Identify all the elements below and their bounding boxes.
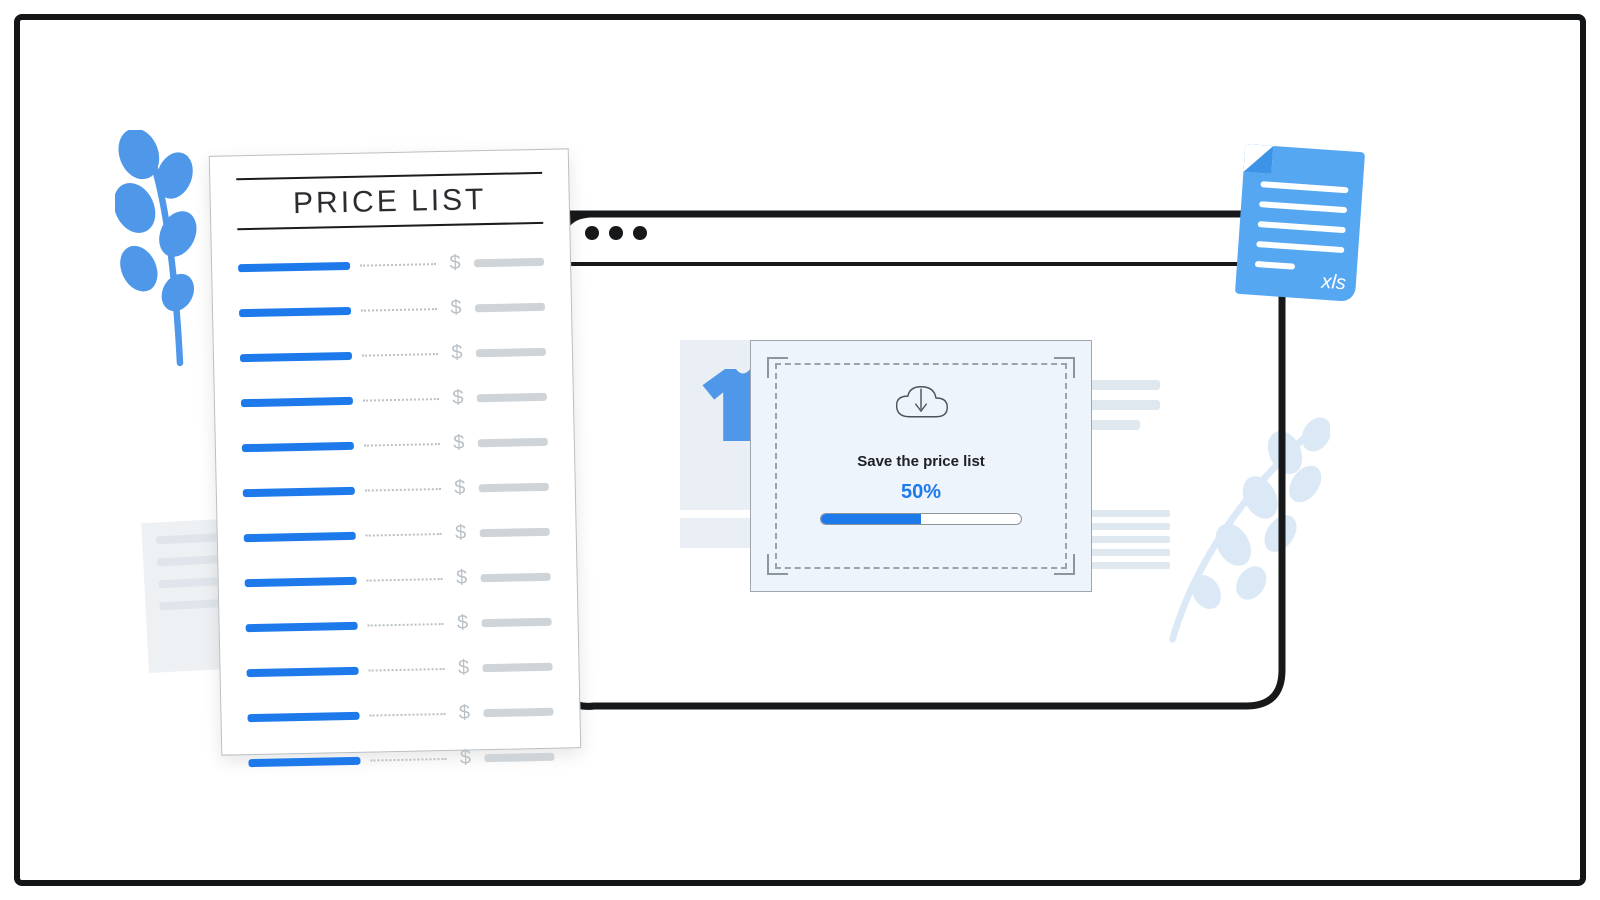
price-list-title: PRICE LIST	[236, 182, 543, 222]
currency-symbol: $	[456, 746, 474, 769]
currency-symbol: $	[451, 476, 469, 499]
save-progress-modal: Save the price list 50%	[750, 340, 1092, 592]
price-list-row: $	[242, 430, 548, 459]
price-list-row: $	[244, 565, 550, 594]
price-list-row: $	[248, 745, 554, 774]
leader-dots	[363, 398, 439, 402]
xls-file-icon: xls	[1235, 144, 1365, 302]
window-dot-icon	[585, 226, 599, 240]
currency-symbol: $	[454, 656, 472, 679]
item-name-placeholder	[239, 306, 351, 316]
cloud-download-icon	[891, 383, 951, 428]
leader-dots	[365, 488, 441, 492]
price-list-row: $	[238, 250, 544, 279]
currency-symbol: $	[447, 297, 465, 320]
corner-mark-icon	[767, 357, 789, 379]
image-frame: xls	[14, 14, 1586, 886]
item-price-placeholder	[475, 302, 545, 311]
item-name-placeholder	[244, 531, 356, 541]
currency-symbol: $	[448, 341, 466, 364]
price-list-row: $	[244, 520, 550, 549]
item-price-placeholder	[483, 707, 553, 716]
item-name-placeholder	[247, 666, 359, 676]
leader-dots	[367, 578, 443, 582]
item-price-placeholder	[480, 527, 550, 536]
item-price-placeholder	[482, 617, 552, 626]
currency-symbol: $	[451, 521, 469, 544]
leader-dots	[368, 623, 444, 627]
progress-bar-fill	[821, 514, 921, 524]
price-list-row: $	[239, 295, 545, 324]
currency-symbol: $	[450, 431, 468, 454]
price-list-row: $	[243, 475, 549, 504]
item-name-placeholder	[242, 441, 354, 451]
currency-symbol: $	[449, 386, 467, 409]
progress-percent-label: 50%	[751, 481, 1091, 504]
item-price-placeholder	[481, 572, 551, 581]
item-price-placeholder	[479, 482, 549, 491]
item-name-placeholder	[241, 396, 353, 406]
corner-mark-icon	[1053, 357, 1075, 379]
leader-dots	[366, 533, 442, 537]
price-list-sheet: PRICE LIST $$$$$$$$$$$$	[209, 148, 581, 755]
corner-mark-icon	[767, 553, 789, 575]
item-name-placeholder	[243, 486, 355, 496]
item-price-placeholder	[484, 752, 554, 761]
item-price-placeholder	[482, 662, 552, 671]
progress-bar	[820, 513, 1022, 525]
item-name-placeholder	[247, 711, 359, 721]
price-list-row: $	[241, 385, 547, 414]
corner-mark-icon	[1053, 553, 1075, 575]
leader-dots	[369, 668, 445, 672]
text-placeholder-group	[1090, 510, 1170, 569]
item-name-placeholder	[245, 576, 357, 586]
item-price-placeholder	[478, 437, 548, 446]
browser-traffic-lights	[585, 226, 647, 240]
price-list-row: $	[245, 610, 551, 639]
text-placeholder-group	[1090, 380, 1160, 430]
leader-dots	[369, 713, 445, 717]
leader-dots	[370, 757, 446, 761]
item-name-placeholder	[240, 351, 352, 361]
price-list-row: $	[247, 700, 553, 729]
browser-window: Save the price list 50%	[550, 200, 1290, 720]
leader-dots	[362, 353, 438, 357]
window-dot-icon	[633, 226, 647, 240]
xls-file-label: xls	[1321, 271, 1347, 296]
item-price-placeholder	[474, 257, 544, 266]
leader-dots	[361, 308, 437, 312]
price-list-row: $	[246, 655, 552, 684]
currency-symbol: $	[446, 252, 464, 275]
price-list-row: $	[240, 340, 546, 369]
window-dot-icon	[609, 226, 623, 240]
item-name-placeholder	[248, 756, 360, 766]
currency-symbol: $	[455, 701, 473, 724]
item-price-placeholder	[476, 347, 546, 356]
leader-dots	[360, 263, 436, 267]
currency-symbol: $	[453, 611, 471, 634]
item-name-placeholder	[238, 261, 350, 271]
modal-title: Save the price list	[751, 453, 1091, 470]
item-price-placeholder	[477, 392, 547, 401]
leader-dots	[364, 443, 440, 447]
item-name-placeholder	[246, 621, 358, 631]
currency-symbol: $	[452, 566, 470, 589]
